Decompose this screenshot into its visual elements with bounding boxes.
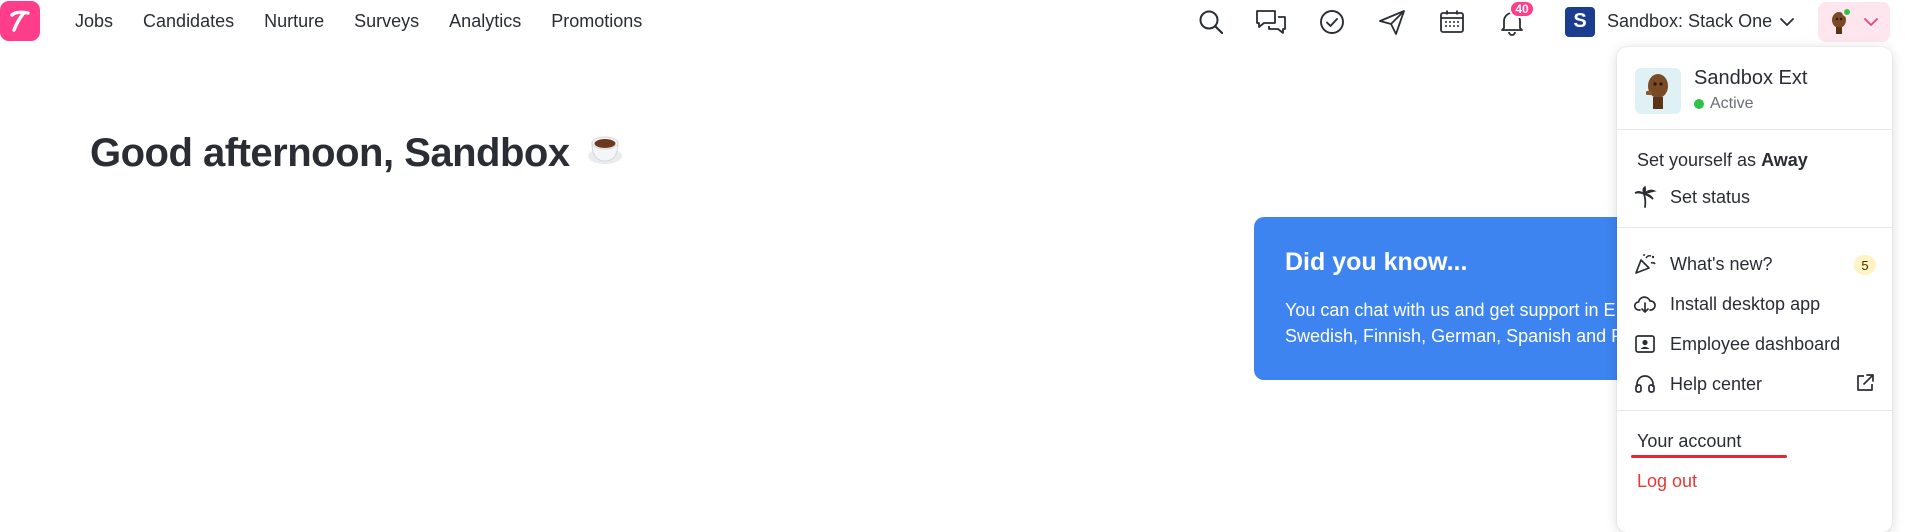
app-logo[interactable] <box>0 1 40 41</box>
nav-surveys[interactable]: Surveys <box>354 11 419 32</box>
highlight-underline <box>1631 455 1787 458</box>
workspace-initial: S <box>1565 6 1595 37</box>
user-menu-header: Sandbox Ext Active <box>1617 47 1892 130</box>
search-icon <box>1199 10 1224 35</box>
set-status-item[interactable]: Set status <box>1633 182 1876 212</box>
install-desktop-app-label: Install desktop app <box>1670 293 1821 314</box>
tip-title: Did you know... <box>1285 248 1468 276</box>
nav-jobs[interactable]: Jobs <box>75 11 113 32</box>
search-button[interactable] <box>1194 5 1228 39</box>
chat-icon <box>1256 10 1286 34</box>
whats-new-count-badge: 5 <box>1854 255 1876 275</box>
log-out-link[interactable]: Log out <box>1637 471 1697 492</box>
set-away-item[interactable]: Set yourself as Away <box>1637 150 1808 171</box>
greeting-text: Good afternoon, Sandbox <box>90 130 570 175</box>
online-indicator <box>1842 7 1852 17</box>
top-bar: Jobs Candidates Nurture Surveys Analytic… <box>0 0 1905 43</box>
workspace-name: Sandbox: Stack One <box>1607 11 1773 31</box>
tip-line-1: You can chat with us and get support in … <box>1285 300 1616 320</box>
user-avatar-large <box>1635 68 1681 114</box>
your-account-link[interactable]: Your account <box>1637 431 1741 452</box>
logo-glyph-icon <box>10 10 30 32</box>
active-status-dot <box>1694 99 1704 109</box>
help-center-label: Help center <box>1670 373 1763 394</box>
greeting-heading: Good afternoon, Sandbox <box>90 127 624 179</box>
messages-button[interactable] <box>1254 5 1288 39</box>
palm-tree-icon <box>1633 185 1657 209</box>
notification-count-badge: 40 <box>1509 0 1535 18</box>
set-away-prefix: Set yourself as <box>1637 150 1757 170</box>
user-status-label: Active <box>1710 95 1754 112</box>
check-circle-icon <box>1320 10 1344 34</box>
workspace-switcher[interactable]: S Sandbox: Stack One <box>1565 6 1796 37</box>
links-section: What's new? 5 Install desktop app Employ… <box>1617 228 1892 411</box>
user-status: Active <box>1694 95 1754 113</box>
calendar-button[interactable] <box>1435 5 1469 39</box>
avatar-figure-icon <box>1646 74 1668 109</box>
headset-icon <box>1633 372 1657 396</box>
external-link-icon <box>1854 372 1876 399</box>
chevron-down-icon <box>1864 18 1878 26</box>
cloud-download-icon <box>1633 292 1657 316</box>
nav-nurture[interactable]: Nurture <box>264 11 324 32</box>
calendar-icon <box>1440 10 1464 33</box>
tip-line-2: Swedish, Finnish, German, Spanish and P <box>1285 326 1624 346</box>
help-center-item[interactable]: Help center <box>1633 369 1876 399</box>
coffee-cup-icon <box>586 129 624 177</box>
party-popper-icon <box>1633 252 1657 276</box>
send-icon <box>1379 10 1405 35</box>
send-button[interactable] <box>1375 5 1409 39</box>
set-status-label: Set status <box>1670 186 1751 207</box>
nav-candidates[interactable]: Candidates <box>143 11 234 32</box>
status-section: Set yourself as Away Set status <box>1617 130 1892 228</box>
set-away-value: Away <box>1761 150 1808 170</box>
main-nav: Jobs Candidates Nurture Surveys Analytic… <box>75 0 672 43</box>
nav-analytics[interactable]: Analytics <box>449 11 521 32</box>
whats-new-label: What's new? <box>1670 253 1773 274</box>
tasks-button[interactable] <box>1315 5 1349 39</box>
user-menu-dropdown: Sandbox Ext Active Set yourself as Away … <box>1617 47 1892 532</box>
whats-new-item[interactable]: What's new? 5 <box>1633 249 1876 279</box>
employee-dashboard-label: Employee dashboard <box>1670 333 1841 354</box>
user-name: Sandbox Ext <box>1694 67 1808 89</box>
user-avatar <box>1828 7 1852 35</box>
id-card-icon <box>1633 332 1657 356</box>
user-menu-button[interactable] <box>1818 2 1890 42</box>
install-desktop-app-item[interactable]: Install desktop app <box>1633 289 1876 319</box>
nav-promotions[interactable]: Promotions <box>551 11 642 32</box>
employee-dashboard-item[interactable]: Employee dashboard <box>1633 329 1876 359</box>
chevron-down-icon <box>1780 17 1795 26</box>
tip-body: You can chat with us and get support in … <box>1285 297 1623 349</box>
did-you-know-card: Did you know... You can chat with us and… <box>1254 217 1654 380</box>
